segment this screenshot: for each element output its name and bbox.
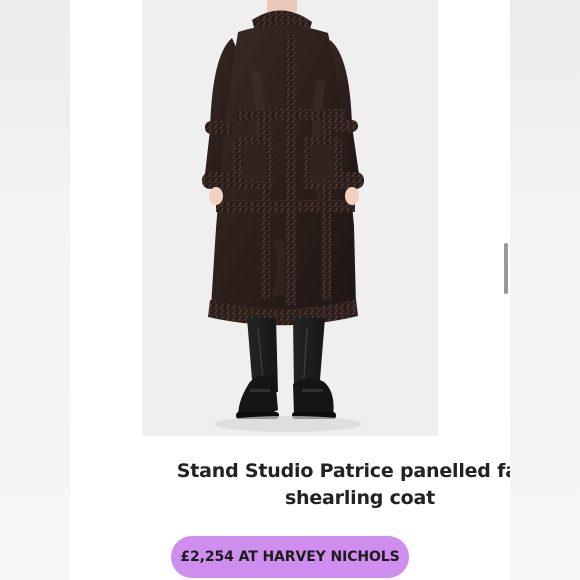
screen: Stand Studio Patrice panelled faux shear… <box>0 0 580 580</box>
product-title-line-1: Stand Studio Patrice panelled faux <box>176 460 510 482</box>
vertical-scrollbar[interactable] <box>504 243 508 294</box>
retailer-price-button[interactable]: £2,254 AT HARVEY NICHOLS <box>171 536 409 578</box>
product-title: Stand Studio Patrice panelled faux shear… <box>140 458 510 512</box>
left-background <box>0 0 70 580</box>
product-title-line-2: shearling coat <box>284 487 436 509</box>
right-background <box>510 0 580 580</box>
coat-illustration <box>142 0 438 436</box>
product-page: Stand Studio Patrice panelled faux shear… <box>70 0 510 580</box>
product-image <box>142 0 438 436</box>
